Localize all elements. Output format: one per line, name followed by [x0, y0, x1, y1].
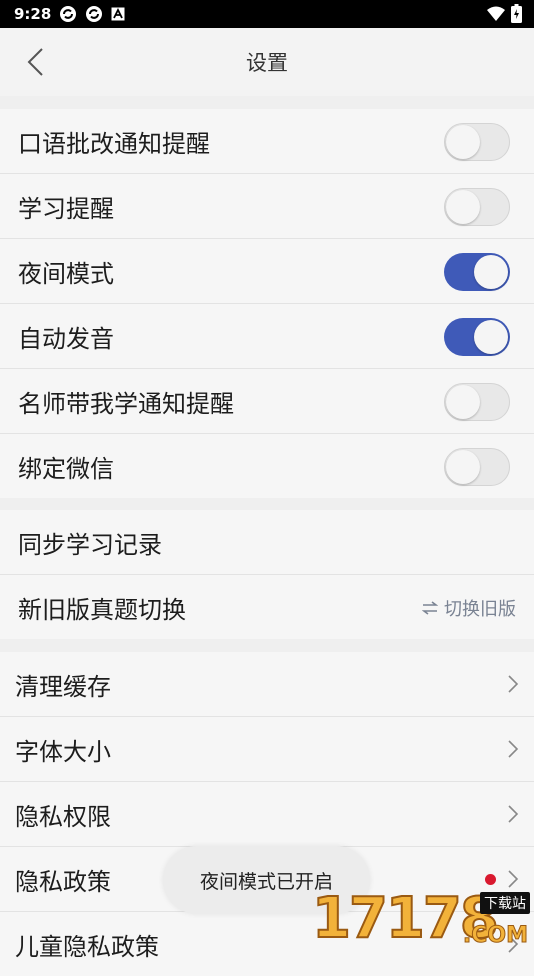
toggle-knob [446, 125, 480, 159]
auto-pronounce-toggle[interactable] [444, 318, 510, 356]
setting-label: 学习提醒 [18, 194, 114, 223]
privacy-permission-row[interactable]: 隐私权限 [0, 782, 534, 847]
setting-label: 新旧版真题切换 [18, 595, 186, 624]
toggle-knob [446, 385, 480, 419]
toggle-knob [446, 450, 480, 484]
setting-label: 绑定微信 [18, 454, 114, 483]
setting-label: 隐私权限 [15, 802, 111, 831]
setting-label: 夜间模式 [18, 259, 114, 288]
setting-row-spoken-correction-notify: 口语批改通知提醒 [0, 109, 534, 174]
teacher-notify-toggle[interactable] [444, 383, 510, 421]
setting-row-night-mode: 夜间模式 [0, 239, 534, 304]
setting-row-study-reminder: 学习提醒 [0, 174, 534, 239]
switch-old-version-button[interactable]: 切换旧版 [422, 595, 516, 621]
sync-icon [85, 5, 103, 23]
night-mode-toggle[interactable] [444, 253, 510, 291]
swap-arrows-icon [422, 601, 438, 615]
setting-label: 自动发音 [18, 324, 114, 353]
setting-label: 隐私政策 [15, 867, 111, 896]
status-time: 9:28 [14, 5, 52, 23]
switch-old-version-label: 切换旧版 [444, 599, 516, 620]
status-right [487, 4, 522, 27]
battery-icon [511, 4, 522, 27]
setting-label: 口语批改通知提醒 [18, 129, 210, 158]
wifi-icon [487, 6, 505, 26]
status-bar: 9:28 [0, 0, 534, 28]
setting-label: 字体大小 [15, 737, 111, 766]
chevron-right-icon [508, 805, 519, 823]
chevron-right-icon [508, 740, 519, 758]
a-icon [111, 7, 125, 21]
new-badge-dot [485, 874, 496, 885]
toggle-knob [474, 320, 508, 354]
chevron-right-icon [508, 870, 519, 888]
toggle-knob [474, 255, 508, 289]
sync-study-record-row[interactable]: 同步学习记录 [0, 510, 534, 575]
spoken-correction-toggle[interactable] [444, 123, 510, 161]
setting-row-bind-wechat: 绑定微信 [0, 434, 534, 498]
setting-label: 同步学习记录 [18, 530, 162, 559]
toggle-settings-group: 口语批改通知提醒 学习提醒 夜间模式 自动发音 名师带我学通知提醒 绑定微信 [0, 109, 534, 498]
watermark-suffix: .COM [462, 923, 528, 949]
chevron-right-icon [508, 675, 519, 693]
version-switch-row[interactable]: 新旧版真题切换 切换旧版 [0, 575, 534, 639]
setting-label: 名师带我学通知提醒 [18, 389, 234, 418]
back-arrow-icon[interactable] [24, 46, 50, 78]
top-bar: 设置 [0, 28, 534, 96]
bind-wechat-toggle[interactable] [444, 448, 510, 486]
setting-row-auto-pronounce: 自动发音 [0, 304, 534, 369]
setting-label: 儿童隐私政策 [15, 932, 159, 961]
sync-settings-group: 同步学习记录 新旧版真题切换 切换旧版 [0, 510, 534, 639]
study-reminder-toggle[interactable] [444, 188, 510, 226]
clear-cache-row[interactable]: 清理缓存 [0, 652, 534, 717]
page-title: 设置 [246, 51, 288, 75]
site-watermark-logo: 17178 下载站 .COM [311, 887, 534, 951]
setting-row-teacher-notify: 名师带我学通知提醒 [0, 369, 534, 434]
watermark-tag: 下载站 [480, 892, 530, 914]
font-size-row[interactable]: 字体大小 [0, 717, 534, 782]
sync-icon [59, 5, 77, 23]
setting-label: 清理缓存 [15, 672, 111, 701]
toggle-knob [446, 190, 480, 224]
